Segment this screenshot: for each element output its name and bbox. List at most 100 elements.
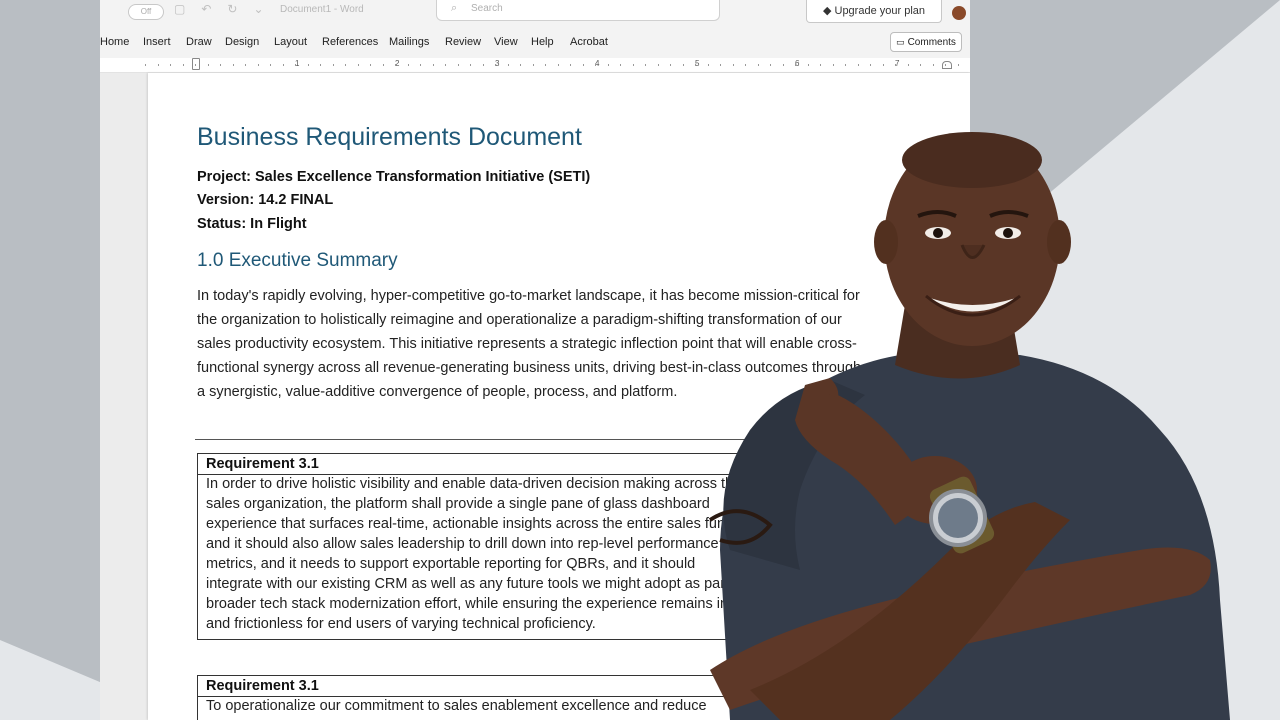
ruler-tick: [282, 64, 284, 66]
ruler-tick: [745, 64, 746, 66]
ruler-tick: [432, 64, 434, 66]
ruler-tick: [657, 64, 659, 66]
ruler[interactable]: 1 2 3 4 5 6 7: [100, 58, 970, 73]
tab-mailings[interactable]: Mailings: [389, 36, 429, 48]
chevron-down-icon[interactable]: ⌄: [253, 2, 279, 16]
requirement-line: metrics, and it needs to support exporta…: [206, 556, 696, 572]
right-indent-marker[interactable]: [942, 61, 952, 69]
requirement-line: broader tech stack modernization effort,…: [206, 596, 766, 612]
ruler-tick: [270, 64, 271, 66]
status-line: Status: In Flight: [197, 216, 307, 232]
ruler-tick: [332, 64, 334, 66]
comments-label: Comments: [907, 37, 956, 48]
requirement-line: experience that surfaces real-time, acti…: [206, 516, 749, 532]
requirement-line: sales organization, the platform shall p…: [206, 496, 710, 512]
ruler-tick: [457, 64, 459, 66]
ruler-tick: [957, 64, 959, 66]
ruler-tick: [620, 64, 621, 66]
ruler-tick: [632, 64, 634, 66]
requirement-line: In order to drive holistic visibility an…: [206, 476, 742, 492]
ruler-tick: [220, 64, 221, 66]
ruler-tick: [582, 64, 584, 66]
search-box[interactable]: ⌕ Search: [436, 0, 720, 21]
ruler-tick: [532, 64, 534, 66]
section-heading: 1.0 Executive Summary: [197, 250, 398, 271]
ruler-tick: [882, 64, 884, 66]
ruler-tick: [757, 64, 759, 66]
tab-acrobat[interactable]: Acrobat: [570, 36, 608, 48]
ruler-tick: [682, 64, 684, 66]
ruler-tick: [895, 64, 896, 66]
tab-view[interactable]: View: [494, 36, 518, 48]
ruler-tick: [357, 64, 359, 66]
requirement-line: To operationalize our commitment to sale…: [206, 698, 707, 714]
ruler-tick: [707, 64, 709, 66]
ruler-tick: [320, 64, 321, 66]
ruler-tick: [820, 64, 821, 66]
upgrade-plan-button[interactable]: ◆ Upgrade your plan: [806, 0, 942, 23]
ruler-tick: [645, 64, 646, 66]
tab-layout[interactable]: Layout: [274, 36, 307, 48]
ruler-tick: [732, 64, 734, 66]
presenter-photo: [708, 132, 1230, 720]
ruler-tick: [907, 64, 909, 66]
ruler-tick: [382, 64, 384, 66]
ruler-tick: [245, 64, 246, 66]
requirement-line: and frictionless for end users of varyin…: [206, 616, 596, 632]
quick-access-icons: ▢↶↻⌄: [174, 2, 280, 16]
save-icon[interactable]: ▢: [174, 2, 201, 16]
ruler-tick: [832, 64, 834, 66]
comments-button[interactable]: ▭ Comments: [890, 32, 962, 52]
tab-home[interactable]: Home: [100, 36, 129, 48]
ruler-tick: [395, 64, 396, 66]
version-line: Version: 14.2 FINAL: [197, 192, 334, 208]
ruler-tick: [570, 64, 571, 66]
redo-icon[interactable]: ↻: [227, 2, 253, 16]
ruler-tick: [857, 64, 859, 66]
autosave-toggle[interactable]: Off: [128, 4, 164, 20]
tab-references[interactable]: References: [322, 36, 378, 48]
undo-icon[interactable]: ↶: [201, 2, 227, 16]
ruler-tick: [420, 64, 421, 66]
page-title: Business Requirements Document: [197, 123, 582, 151]
ruler-tick: [345, 64, 346, 66]
ruler-tick: [920, 64, 921, 66]
ruler-tick: [445, 64, 446, 66]
ruler-tick: [307, 64, 309, 66]
project-line: Project: Sales Excellence Transformation…: [197, 169, 591, 185]
ruler-tick: [845, 64, 846, 66]
ruler-tick: [407, 64, 409, 66]
comment-icon: ▭: [896, 37, 905, 47]
ruler-tick: [545, 64, 546, 66]
search-icon: ⌕: [451, 2, 458, 14]
diamond-icon: ◆: [822, 5, 835, 17]
tab-help[interactable]: Help: [531, 36, 554, 48]
search-placeholder: Search: [471, 3, 503, 14]
ruler-tick: [607, 64, 609, 66]
ruler-tick: [482, 64, 484, 66]
ruler-tick: [295, 64, 296, 66]
ruler-tick: [932, 64, 934, 66]
ruler-tick: [945, 64, 946, 66]
tab-insert[interactable]: Insert: [143, 36, 171, 48]
ruler-tick: [182, 64, 184, 66]
indent-marker[interactable]: [192, 58, 200, 70]
ruler-tick: [595, 64, 596, 66]
ruler-tick: [695, 64, 696, 66]
ruler-tick: [520, 64, 521, 66]
ribbon-tabs: Home Insert Draw Design Layout Reference…: [100, 26, 970, 58]
upgrade-label: Upgrade your plan: [834, 5, 926, 17]
ruler-tick: [470, 64, 471, 66]
ruler-tick: [195, 64, 196, 66]
ruler-tick: [207, 64, 209, 66]
ruler-tick: [782, 64, 784, 66]
tab-review[interactable]: Review: [445, 36, 481, 48]
document-title: Document1 - Word: [280, 4, 364, 15]
ruler-tick: [807, 64, 809, 66]
tab-design[interactable]: Design: [225, 36, 259, 48]
ruler-tick: [495, 64, 496, 66]
tab-draw[interactable]: Draw: [186, 36, 212, 48]
ruler-tick: [795, 64, 796, 66]
requirement-line: integrate with our existing CRM as well …: [206, 576, 758, 592]
avatar[interactable]: [952, 6, 966, 20]
